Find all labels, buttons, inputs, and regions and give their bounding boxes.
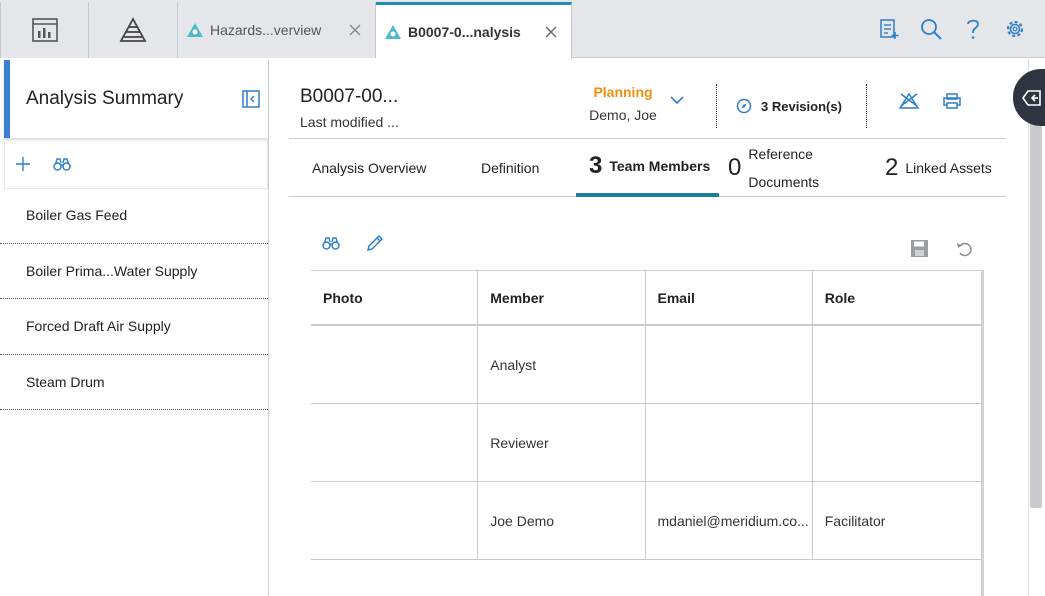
binoculars-icon[interactable] — [53, 157, 71, 171]
panel-open-icon — [1022, 89, 1042, 106]
top-tab-bar: Hazards...verview B0007-0...nalysis — [0, 0, 1045, 59]
column-header-email[interactable]: Email — [646, 271, 813, 324]
cell-role — [813, 404, 981, 481]
dashboard-icon — [31, 18, 58, 42]
table-row[interactable]: Reviewer — [311, 404, 981, 482]
state-user: Demo, Joe — [589, 107, 657, 123]
state-display[interactable]: Planning Demo, Joe — [580, 84, 666, 123]
tab-label: Hazards...verview — [210, 22, 322, 38]
tab-hazards-overview[interactable]: Hazards...verview — [178, 2, 376, 58]
revisions-button[interactable]: 3 Revision(s) — [736, 98, 842, 114]
column-header-member[interactable]: Member — [478, 271, 646, 324]
tab-label: Linked Assets — [905, 160, 992, 176]
tab-team-members[interactable]: 3 Team Members — [576, 139, 719, 197]
cell-email — [646, 326, 813, 403]
chevron-down-icon[interactable] — [669, 94, 685, 106]
tab-label: Team Members — [609, 158, 711, 174]
gear-icon[interactable] — [1003, 14, 1027, 44]
panel-title: Analysis Summary — [26, 88, 184, 109]
table-row[interactable]: Analyst — [311, 326, 981, 404]
edit-pencil-icon[interactable] — [366, 234, 384, 252]
tab-label: Reference Documents — [748, 140, 819, 196]
state-label: Planning — [593, 84, 653, 100]
grid-header-row: Photo Member Email Role — [311, 270, 981, 326]
undo-icon[interactable] — [955, 239, 974, 258]
compass-icon — [736, 98, 752, 114]
tab-reference-documents[interactable]: 0 Reference Documents — [728, 139, 819, 197]
collapse-panel-icon[interactable] — [242, 90, 260, 108]
binoculars-icon[interactable] — [322, 236, 340, 250]
cell-email: mdaniel@meridium.co... — [646, 482, 813, 559]
tab-count: 3 — [589, 152, 603, 179]
hazard-network-icon[interactable] — [898, 92, 920, 110]
panel-toolbar — [4, 139, 268, 189]
cell-member: Joe Demo — [478, 482, 646, 559]
revisions-label: 3 Revision(s) — [761, 98, 842, 114]
analysis-subtabs: Analysis Overview Definition 3 Team Memb… — [289, 138, 1006, 197]
close-icon[interactable] — [541, 26, 561, 38]
add-icon[interactable] — [15, 156, 31, 172]
tab-label: Definition — [481, 160, 540, 176]
tab-label: B0007-0...nalysis — [408, 24, 521, 40]
close-icon[interactable] — [345, 24, 365, 36]
list-item[interactable]: Steam Drum — [0, 355, 268, 410]
cell-photo — [311, 326, 479, 403]
column-header-role[interactable]: Role — [813, 271, 981, 324]
tab-linked-assets[interactable]: 2 Linked Assets — [885, 139, 992, 197]
hazard-analysis-icon — [186, 22, 204, 38]
cell-role — [813, 326, 981, 403]
top-right-toolbar — [877, 14, 1027, 44]
tab-analysis-overview[interactable]: Analysis Overview — [312, 139, 426, 197]
tab-count: 2 — [885, 154, 899, 181]
help-icon[interactable] — [961, 14, 985, 44]
tab-count: 0 — [728, 154, 742, 181]
list-item[interactable]: Boiler Prima...Water Supply — [0, 244, 268, 299]
divider — [866, 84, 867, 128]
team-members-grid: Photo Member Email Role Analyst Reviewer… — [311, 270, 984, 596]
column-header-photo[interactable]: Photo — [311, 271, 479, 324]
cell-photo — [311, 404, 479, 481]
tab-b0007-analysis[interactable]: B0007-0...nalysis — [376, 2, 572, 59]
cell-member: Analyst — [478, 326, 646, 403]
scrollbar[interactable] — [1030, 118, 1042, 508]
panel-header: Analysis Summary — [4, 60, 268, 138]
cell-email — [646, 404, 813, 481]
cell-role: Facilitator — [824, 512, 886, 529]
table-row[interactable]: Joe Demo mdaniel@meridium.co... Facilita… — [311, 482, 981, 560]
analysis-summary-panel: Analysis Summary Boiler Gas Feed Boiler … — [0, 59, 269, 596]
tab-definition[interactable]: Definition — [481, 139, 539, 197]
list-item[interactable]: Boiler Gas Feed — [0, 188, 268, 244]
list-item[interactable]: Forced Draft Air Supply — [0, 299, 268, 355]
last-modified-text: Last modified ... — [300, 114, 399, 130]
tab-label-line: Reference — [748, 146, 813, 162]
home-dashboard-button[interactable] — [0, 2, 89, 58]
hazards-icon — [119, 17, 147, 43]
node-list: Boiler Gas Feed Boiler Prima...Water Sup… — [0, 188, 268, 410]
tab-label: Analysis Overview — [312, 160, 427, 176]
page-title: B0007-00... — [300, 86, 399, 107]
cell-member: Reviewer — [478, 404, 646, 481]
divider — [716, 84, 717, 128]
save-icon[interactable] — [910, 239, 929, 258]
checklist-add-icon[interactable] — [877, 14, 901, 44]
cell-photo — [311, 482, 479, 559]
print-icon[interactable] — [942, 92, 962, 110]
hazards-module-button[interactable] — [89, 2, 178, 58]
hazard-analysis-icon — [384, 24, 402, 40]
side-panel-toggle[interactable] — [1013, 69, 1045, 126]
search-icon[interactable] — [919, 14, 943, 44]
tab-label-line: Documents — [748, 174, 820, 190]
